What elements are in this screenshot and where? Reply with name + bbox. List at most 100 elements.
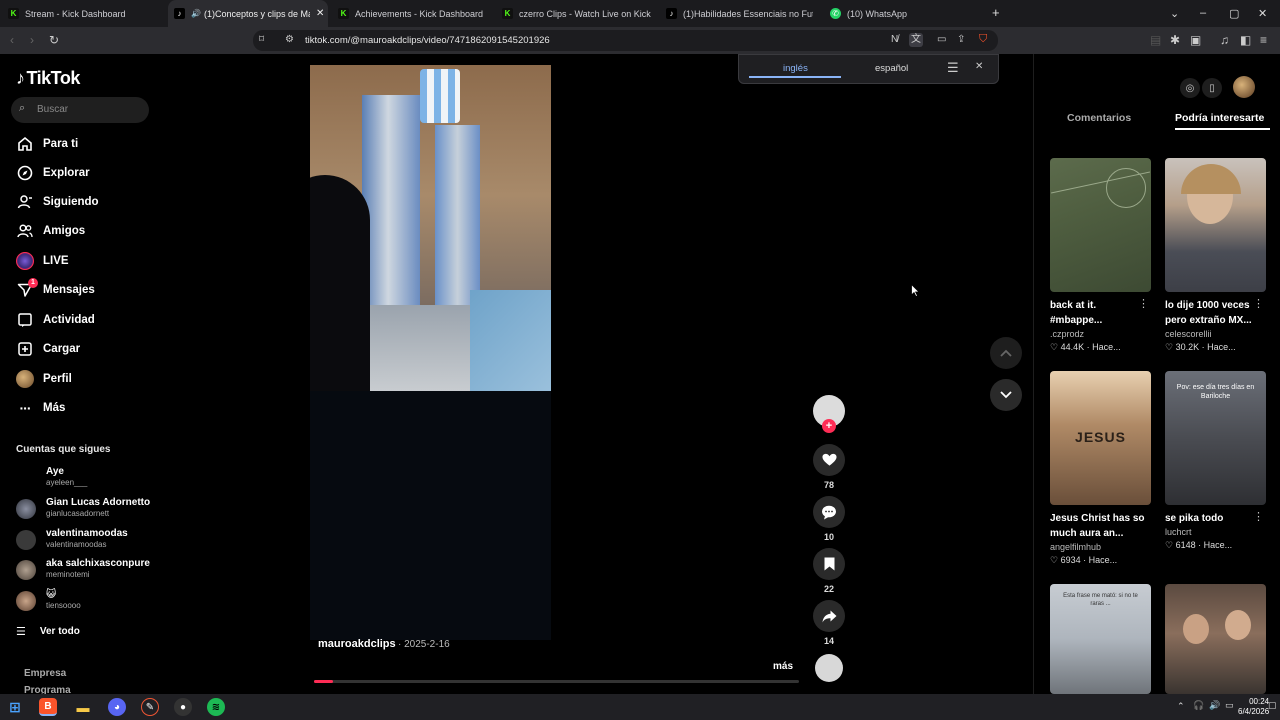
tab-recommended[interactable]: Podría interesarte — [1175, 112, 1264, 124]
follow-plus-icon[interactable]: + — [822, 419, 836, 433]
tray-overflow-icon[interactable]: ⌃ — [1177, 701, 1185, 712]
recommended-video-card[interactable]: Esta frase me mató: si no te raras ... — [1050, 584, 1151, 694]
brave-browser-icon[interactable]: B — [39, 698, 57, 716]
nav-item-amigos[interactable]: Amigos — [16, 221, 85, 241]
search-input[interactable]: ⌕ Buscar — [11, 97, 149, 123]
followed-account[interactable]: 😺 tiensoooo — [16, 589, 156, 613]
forward-icon[interactable]: › — [30, 34, 34, 46]
new-tab-button[interactable]: + — [992, 5, 1000, 20]
music-disc-icon[interactable] — [815, 654, 843, 682]
reload-icon[interactable]: ↻ — [49, 34, 59, 46]
headset-icon[interactable]: 🎧 — [1193, 700, 1204, 711]
spotify-icon[interactable]: ≋ — [207, 698, 225, 716]
recommended-video-card[interactable]: Pov: ese día tres días en Bariloche se p… — [1165, 371, 1266, 551]
footer-link-empresa[interactable]: Empresa — [24, 668, 66, 679]
right-panel: ◎ ▯ Comentarios Podría interesarte back … — [1033, 54, 1280, 694]
close-icon[interactable]: ✕ — [975, 61, 983, 72]
tiktok-logo[interactable]: ♪ TikTok — [16, 68, 80, 89]
save-button[interactable]: 22 — [813, 548, 845, 594]
nav-item-actividad[interactable]: Actividad — [16, 310, 95, 330]
followed-account[interactable]: aka salchixasconpure meminotemi — [16, 558, 156, 582]
close-window-button[interactable]: ✕ — [1258, 7, 1267, 20]
video-frame — [310, 65, 551, 391]
more-dots-icon: ··· — [19, 400, 32, 416]
translate-icon[interactable]: 文 — [909, 33, 923, 47]
source-language-tab[interactable]: inglés — [783, 63, 808, 74]
video-author[interactable]: mauroakdclips — [318, 638, 396, 650]
close-tab-icon[interactable]: ✕ — [316, 8, 324, 19]
address-bar[interactable]: ⌑ ⚙ tiktok.com/@mauroakdclips/video/7471… — [253, 30, 998, 51]
minimize-button[interactable]: – — [1200, 7, 1206, 19]
next-video-button[interactable] — [990, 379, 1022, 411]
notification-icon[interactable]: ▢ — [1268, 700, 1277, 711]
browser-tab[interactable]: ✆ (10) WhatsApp — [830, 0, 980, 27]
followed-account[interactable]: Aye ayeleen___ — [16, 466, 156, 490]
options-menu-icon[interactable]: ☰ — [947, 60, 959, 76]
recommended-video-card[interactable]: lo dije 1000 veces pero extraño MX... ce… — [1165, 158, 1266, 353]
recommended-video-card[interactable]: JESUS Jesus Christ has so much aura an..… — [1050, 371, 1151, 566]
no-translate-icon[interactable]: N̸ — [891, 34, 898, 46]
more-options-icon[interactable]: ⋮ — [1253, 297, 1264, 310]
video-progress-bar[interactable] — [314, 680, 799, 683]
speaker-icon[interactable]: 🔊 — [191, 9, 201, 18]
share-icon[interactable]: ⇪ — [957, 34, 965, 46]
nav-item-siguiendo[interactable]: Siguiendo — [16, 192, 99, 212]
followed-account[interactable]: Gian Lucas Adornetto gianlucasadornett — [16, 497, 156, 521]
clock-date: 6/4/2026 — [1238, 707, 1270, 716]
followed-account[interactable]: valentinamoodas valentinamoodas — [16, 528, 156, 552]
site-info-icon[interactable]: ⚙ — [285, 34, 294, 46]
nav-item-explorar[interactable]: Explorar — [16, 163, 90, 183]
nav-item-mensajes[interactable]: 1 Mensajes — [16, 278, 95, 300]
obs-icon[interactable]: ● — [174, 698, 192, 716]
browser-tab[interactable]: K czerro Clips - Watch Live on Kick — [502, 0, 657, 27]
account-handle: tiensoooo — [46, 601, 81, 610]
discord-icon[interactable]: ◕ — [108, 698, 126, 716]
nav-label: Explorar — [43, 167, 90, 179]
recommended-video-card[interactable]: back at it. #mbappe... .czprodz ♡ 44.4K … — [1050, 158, 1151, 353]
brave-shield-icon[interactable]: ⛉ — [979, 33, 987, 45]
see-all-link[interactable]: ☰ Ver todo — [16, 625, 80, 638]
nav-item-live[interactable]: LIVE — [16, 251, 69, 271]
menu-icon[interactable]: ≡ — [1260, 34, 1267, 46]
file-explorer-icon[interactable]: ▬ — [74, 698, 92, 716]
split-view-icon[interactable]: ◧ — [1240, 34, 1251, 46]
comment-button[interactable]: 10 — [813, 496, 845, 542]
browser-tab[interactable]: K Achievements - Kick Dashboard — [338, 0, 498, 27]
user-avatar[interactable] — [1233, 76, 1255, 98]
wallet-icon[interactable]: ▤ — [1150, 34, 1161, 46]
more-options-icon[interactable]: ⋮ — [1253, 510, 1264, 523]
more-link[interactable]: más — [773, 661, 793, 672]
previous-video-button[interactable] — [990, 337, 1022, 369]
nav-item-para-ti[interactable]: Para ti — [16, 134, 78, 154]
share-button[interactable]: 14 — [813, 600, 845, 646]
compass-small-icon[interactable]: ◎ — [1180, 78, 1200, 98]
browser-tab[interactable]: K Stream - Kick Dashboard — [8, 0, 168, 27]
device-icon[interactable]: ▯ — [1202, 78, 1222, 98]
video-player[interactable] — [310, 65, 551, 640]
browser-tab[interactable]: ♪ (1)Habilidades Essenciais no Futsal p.… — [666, 0, 816, 27]
nav-item-perfil[interactable]: Perfil — [16, 369, 72, 389]
like-button[interactable]: 78 — [813, 444, 845, 490]
tiktok-note-icon: ♪ — [16, 68, 25, 88]
tab-comments[interactable]: Comentarios — [1067, 112, 1131, 124]
target-language-tab[interactable]: español — [875, 63, 908, 74]
volume-icon[interactable]: 🔊 — [1209, 700, 1220, 711]
browser-tab-active[interactable]: ♪ 🔊 (1)Conceptos y clips de Maur... ✕ — [168, 0, 328, 27]
app-icon[interactable]: ✎ — [141, 698, 159, 716]
nav-item-cargar[interactable]: Cargar — [16, 339, 80, 359]
maximize-button[interactable]: ▢ — [1229, 7, 1239, 20]
windows-start-icon[interactable]: ⊞ — [6, 698, 24, 716]
bookmark-icon[interactable]: ⌑ — [259, 34, 264, 46]
recommended-video-card[interactable] — [1165, 584, 1266, 694]
nav-item-mas[interactable]: ··· Más — [16, 398, 66, 418]
system-clock[interactable]: 00:24 6/4/2026 — [1238, 697, 1269, 717]
tab-search-icon[interactable]: ⌄ — [1170, 7, 1179, 20]
browser-toolbar: ‹ › ↻ ⌑ ⚙ tiktok.com/@mauroakdclips/vide… — [0, 27, 1280, 54]
extensions-icon[interactable]: ✱ — [1170, 34, 1180, 46]
network-icon[interactable]: ▭ — [1225, 700, 1234, 711]
cast-icon[interactable]: ▭ — [937, 34, 946, 46]
sidebar-icon[interactable]: ▣ — [1190, 34, 1201, 46]
back-icon[interactable]: ‹ — [10, 34, 14, 46]
media-icon[interactable]: ♫ — [1220, 34, 1229, 46]
more-options-icon[interactable]: ⋮ — [1138, 297, 1149, 310]
